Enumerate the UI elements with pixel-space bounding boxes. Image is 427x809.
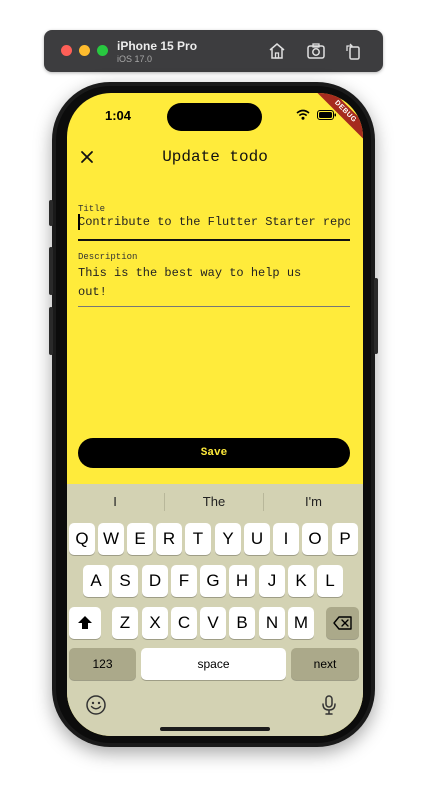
device-name: iPhone 15 Pro xyxy=(117,39,198,53)
battery-icon xyxy=(317,110,336,120)
backspace-icon xyxy=(332,616,352,630)
action-button xyxy=(49,200,53,226)
volume-up-button xyxy=(49,247,53,295)
close-window-button[interactable] xyxy=(61,45,72,56)
key-f[interactable]: F xyxy=(171,565,197,597)
zoom-window-button[interactable] xyxy=(97,45,108,56)
shift-icon xyxy=(78,616,92,629)
save-button[interactable]: Save xyxy=(78,438,350,468)
key-r[interactable]: R xyxy=(156,523,182,555)
key-s[interactable]: S xyxy=(112,565,138,597)
description-input-underline xyxy=(78,306,350,307)
numbers-key[interactable]: 123 xyxy=(69,648,136,680)
home-indicator xyxy=(160,727,270,731)
key-p[interactable]: P xyxy=(332,523,358,555)
suggestion-3[interactable]: I'm xyxy=(264,490,363,514)
key-h[interactable]: H xyxy=(229,565,255,597)
text-cursor xyxy=(78,214,80,230)
key-n[interactable]: N xyxy=(259,607,285,639)
backspace-key[interactable] xyxy=(326,607,359,639)
space-key[interactable]: space xyxy=(141,648,286,680)
shift-key[interactable] xyxy=(69,607,101,639)
app-screen: 1:04 DE B UG Update todo Title Contribute … xyxy=(67,93,363,736)
screenshot-icon[interactable] xyxy=(306,41,326,61)
os-version: iOS 17.0 xyxy=(117,54,153,64)
key-m[interactable]: M xyxy=(288,607,314,639)
key-o[interactable]: O xyxy=(302,523,328,555)
home-icon[interactable] xyxy=(267,41,287,61)
key-v[interactable]: V xyxy=(200,607,226,639)
volume-down-button xyxy=(49,307,53,355)
power-button xyxy=(374,278,378,354)
dynamic-island xyxy=(167,103,262,131)
wifi-icon xyxy=(296,109,310,120)
key-c[interactable]: C xyxy=(171,607,197,639)
key-i[interactable]: I xyxy=(273,523,299,555)
keyboard: I The I'm Q W E R T Y U I O P A S D F G … xyxy=(67,484,363,736)
title-input-underline xyxy=(78,239,350,241)
key-d[interactable]: D xyxy=(142,565,168,597)
title-input[interactable]: Contribute to the Flutter Starter repo xyxy=(78,215,350,229)
key-b[interactable]: B xyxy=(229,607,255,639)
key-k[interactable]: K xyxy=(288,565,314,597)
rotate-icon[interactable] xyxy=(343,41,363,61)
key-g[interactable]: G xyxy=(200,565,226,597)
key-z[interactable]: Z xyxy=(112,607,138,639)
suggestion-2[interactable]: The xyxy=(165,490,263,514)
key-a[interactable]: A xyxy=(83,565,109,597)
description-input[interactable]: This is the best way to help us out! xyxy=(78,264,350,302)
key-e[interactable]: E xyxy=(127,523,153,555)
page-title: Update todo xyxy=(162,148,268,166)
minimize-window-button[interactable] xyxy=(79,45,90,56)
microphone-icon[interactable] xyxy=(319,694,339,716)
simulator-toolbar: iPhone 15 Pro iOS 17.0 xyxy=(44,30,383,72)
emoji-icon[interactable] xyxy=(85,694,107,716)
key-j[interactable]: J xyxy=(259,565,285,597)
title-field-label: Title xyxy=(78,204,106,214)
key-u[interactable]: U xyxy=(244,523,270,555)
description-field-label: Description xyxy=(78,252,138,262)
key-w[interactable]: W xyxy=(98,523,124,555)
key-l[interactable]: L xyxy=(317,565,343,597)
key-t[interactable]: T xyxy=(185,523,211,555)
key-q[interactable]: Q xyxy=(69,523,95,555)
next-key[interactable]: next xyxy=(291,648,359,680)
status-time: 1:04 xyxy=(105,108,132,123)
key-y[interactable]: Y xyxy=(215,523,241,555)
suggestion-1[interactable]: I xyxy=(67,490,163,514)
key-x[interactable]: X xyxy=(142,607,168,639)
